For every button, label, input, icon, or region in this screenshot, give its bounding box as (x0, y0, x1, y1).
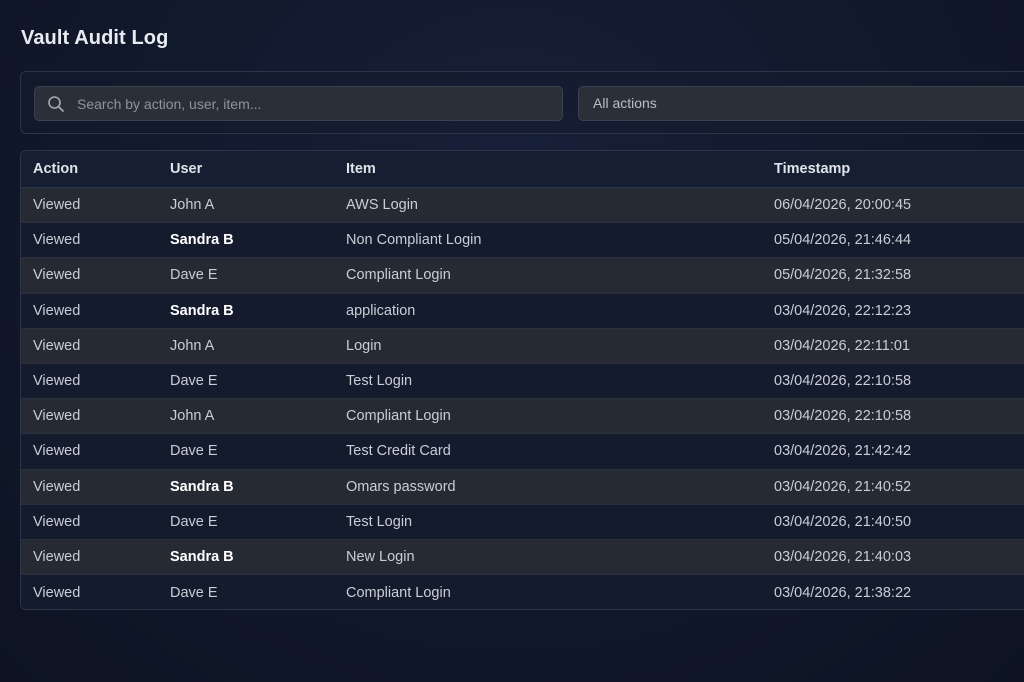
cell-item: application (346, 302, 416, 319)
cell-action: Viewed (33, 478, 81, 495)
cell-user: Dave E (170, 513, 218, 530)
cell-action: Viewed (33, 302, 81, 319)
cell-action: Viewed (33, 513, 81, 530)
cell-user: Dave E (170, 267, 218, 284)
cell-user: John A (170, 408, 215, 425)
cell-action: Viewed (33, 408, 81, 425)
table-row[interactable]: Viewed Dave E Test Login 03/04/2026, 22:… (21, 363, 1024, 400)
table-row[interactable]: Viewed Dave E Compliant Login 05/04/2026… (21, 258, 1024, 294)
cell-item: Login (346, 337, 382, 354)
cell-item: Test Credit Card (346, 443, 451, 460)
cell-item: Test Login (346, 513, 413, 530)
table-row[interactable]: Viewed Sandra B New Login 03/04/2026, 21… (21, 539, 1024, 576)
cell-user: Dave E (170, 373, 218, 390)
page-title: Vault Audit Log (21, 27, 169, 49)
cell-action: Viewed (33, 548, 81, 565)
cell-timestamp: 03/04/2026, 22:10:58 (774, 408, 912, 425)
search-icon (48, 96, 64, 112)
column-header-user[interactable]: User (170, 151, 202, 187)
cell-item: Compliant Login (346, 584, 451, 601)
cell-item: Test Login (346, 373, 413, 390)
cell-item: Compliant Login (346, 408, 451, 425)
cell-user: Sandra B (170, 478, 234, 495)
action-filter-value: All actions (593, 95, 657, 111)
cell-user: Sandra B (170, 548, 234, 565)
table-row[interactable]: Viewed Sandra B application 03/04/2026, … (21, 293, 1024, 329)
cell-user: John A (170, 197, 215, 214)
cell-item: Compliant Login (346, 267, 451, 284)
audit-table: Action User Item Timestamp Viewed John A… (20, 150, 1024, 610)
cell-user: John A (170, 337, 215, 354)
cell-action: Viewed (33, 232, 81, 249)
cell-item: New Login (346, 548, 415, 565)
cell-action: Viewed (33, 267, 81, 284)
table-row[interactable]: Viewed Dave E Test Credit Card 03/04/202… (21, 434, 1024, 470)
table-row[interactable]: Viewed John A AWS Login 06/04/2026, 20:0… (21, 188, 1024, 224)
table-row[interactable]: Viewed John A Login 03/04/2026, 22:11:01 (21, 328, 1024, 364)
cell-timestamp: 03/04/2026, 22:10:58 (774, 373, 912, 390)
table-row[interactable]: Viewed Sandra B Non Compliant Login 05/0… (21, 223, 1024, 259)
table-row[interactable]: Viewed Dave E Compliant Login 03/04/2026… (21, 575, 1024, 609)
cell-timestamp: 03/04/2026, 21:40:50 (774, 513, 912, 530)
table-header: Action User Item Timestamp (21, 151, 1024, 188)
cell-timestamp: 03/04/2026, 22:11:01 (774, 337, 910, 354)
cell-timestamp: 05/04/2026, 21:46:44 (774, 232, 912, 249)
filter-bar: All actions (20, 71, 1024, 134)
cell-item: Non Compliant Login (346, 232, 482, 249)
search-input[interactable] (77, 87, 547, 120)
cell-timestamp: 03/04/2026, 21:40:52 (774, 478, 912, 495)
table-row[interactable]: Viewed Sandra B Omars password 03/04/202… (21, 469, 1024, 505)
cell-timestamp: 05/04/2026, 21:32:58 (774, 267, 912, 284)
search-box[interactable] (34, 86, 563, 121)
cell-timestamp: 06/04/2026, 20:00:45 (774, 197, 912, 214)
cell-action: Viewed (33, 443, 81, 460)
cell-action: Viewed (33, 584, 81, 601)
cell-user: Dave E (170, 443, 218, 460)
cell-timestamp: 03/04/2026, 21:38:22 (774, 584, 912, 601)
cell-user: Sandra B (170, 302, 234, 319)
table-row[interactable]: Viewed Dave E Test Login 03/04/2026, 21:… (21, 504, 1024, 540)
column-header-item[interactable]: Item (346, 151, 376, 187)
action-filter-select[interactable]: All actions (578, 86, 1024, 121)
cell-item: AWS Login (346, 197, 418, 214)
column-header-action[interactable]: Action (33, 151, 78, 187)
table-row[interactable]: Viewed John A Compliant Login 03/04/2026… (21, 399, 1024, 435)
column-header-timestamp[interactable]: Timestamp (774, 151, 850, 187)
cell-user: Dave E (170, 584, 218, 601)
cell-timestamp: 03/04/2026, 22:12:23 (774, 302, 912, 319)
audit-log-page: Vault Audit Log All actions Action User … (0, 0, 1024, 682)
cell-item: Omars password (346, 478, 456, 495)
cell-timestamp: 03/04/2026, 21:40:03 (774, 548, 912, 565)
cell-action: Viewed (33, 197, 81, 214)
cell-action: Viewed (33, 373, 81, 390)
cell-action: Viewed (33, 337, 81, 354)
cell-user: Sandra B (170, 232, 234, 249)
cell-timestamp: 03/04/2026, 21:42:42 (774, 443, 912, 460)
